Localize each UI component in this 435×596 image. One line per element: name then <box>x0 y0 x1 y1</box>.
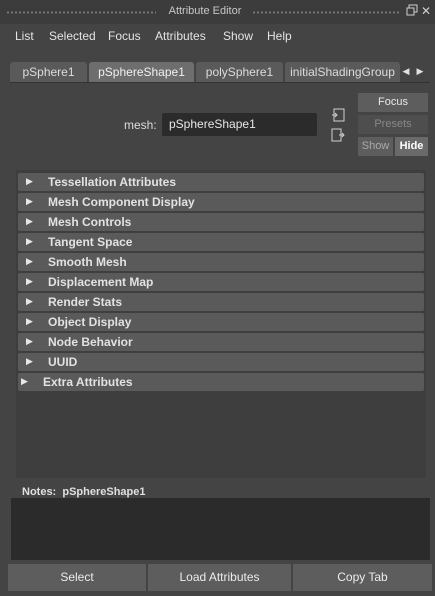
triangle-right-icon: ▶ <box>26 196 33 206</box>
menu-show[interactable]: Show <box>223 29 253 43</box>
title-bar[interactable]: Attribute Editor ✕ <box>0 0 435 24</box>
load-attributes-button[interactable]: Load Attributes <box>148 564 291 591</box>
copy-tab-button[interactable]: Copy Tab <box>293 564 432 591</box>
section-uuid[interactable]: ▶ UUID <box>18 353 424 371</box>
tab-initialshadinggroup[interactable]: initialShadingGroup <box>285 62 400 82</box>
notes-node-name: pSphereShape1 <box>62 486 146 498</box>
triangle-right-icon: ▶ <box>26 216 33 226</box>
triangle-right-icon: ▶ <box>21 376 28 386</box>
hide-button[interactable]: Hide <box>395 137 428 156</box>
menu-bar: List Selected Focus Attributes Show Help <box>0 26 435 46</box>
triangle-right-icon: ▶ <box>26 276 33 286</box>
section-node-behavior[interactable]: ▶ Node Behavior <box>18 333 424 351</box>
attribute-panel: ▶ Tessellation Attributes ▶ Mesh Compone… <box>16 170 426 478</box>
notes-label: Notes: pSphereShape1 <box>22 486 146 498</box>
node-name-field[interactable]: pSphereShape1 <box>162 113 317 136</box>
output-connection-icon[interactable] <box>331 128 345 142</box>
menu-attributes[interactable]: Attributes <box>155 29 206 43</box>
triangle-left-icon[interactable]: ◀ <box>401 64 411 78</box>
section-mesh-component-display[interactable]: ▶ Mesh Component Display <box>18 193 424 211</box>
input-connection-icon[interactable] <box>331 108 345 122</box>
menu-selected[interactable]: Selected <box>49 29 96 43</box>
tab-polysphere1[interactable]: polySphere1 <box>196 62 283 82</box>
section-render-stats[interactable]: ▶ Render Stats <box>18 293 424 311</box>
tab-psphereshape1[interactable]: pSphereShape1 <box>89 62 194 82</box>
node-type-label: mesh: <box>124 118 157 132</box>
close-icon[interactable]: ✕ <box>419 4 433 18</box>
show-button[interactable]: Show <box>358 137 393 156</box>
triangle-right-icon: ▶ <box>26 256 33 266</box>
title-drag-grip[interactable] <box>252 11 400 14</box>
triangle-right-icon: ▶ <box>26 336 33 346</box>
tab-divider <box>10 82 430 83</box>
menu-help[interactable]: Help <box>267 29 292 43</box>
section-smooth-mesh[interactable]: ▶ Smooth Mesh <box>18 253 424 271</box>
tab-psphere1[interactable]: pSphere1 <box>10 62 87 82</box>
menu-list[interactable]: List <box>15 29 34 43</box>
title-drag-grip[interactable] <box>6 11 156 14</box>
section-displacement-map[interactable]: ▶ Displacement Map <box>18 273 424 291</box>
float-window-icon[interactable] <box>405 4 419 18</box>
triangle-right-icon: ▶ <box>26 236 33 246</box>
triangle-right-icon: ▶ <box>26 356 33 366</box>
triangle-right-icon[interactable]: ▶ <box>415 64 425 78</box>
focus-button[interactable]: Focus <box>358 93 428 112</box>
node-tab-bar: pSphere1 pSphereShape1 polySphere1 initi… <box>10 62 400 82</box>
presets-button[interactable]: Presets <box>358 115 428 134</box>
triangle-right-icon: ▶ <box>26 296 33 306</box>
notes-textarea[interactable] <box>11 498 430 560</box>
section-object-display[interactable]: ▶ Object Display <box>18 313 424 331</box>
triangle-right-icon: ▶ <box>26 176 33 186</box>
section-tessellation-attributes[interactable]: ▶ Tessellation Attributes <box>18 173 424 191</box>
section-extra-attributes[interactable]: ▶ Extra Attributes <box>18 373 424 391</box>
menu-focus[interactable]: Focus <box>108 29 141 43</box>
section-tangent-space[interactable]: ▶ Tangent Space <box>18 233 424 251</box>
window-title: Attribute Editor <box>168 5 242 17</box>
section-mesh-controls[interactable]: ▶ Mesh Controls <box>18 213 424 231</box>
select-button[interactable]: Select <box>8 564 146 591</box>
triangle-right-icon: ▶ <box>26 316 33 326</box>
bottom-button-bar: Select Load Attributes Copy Tab <box>0 564 435 592</box>
